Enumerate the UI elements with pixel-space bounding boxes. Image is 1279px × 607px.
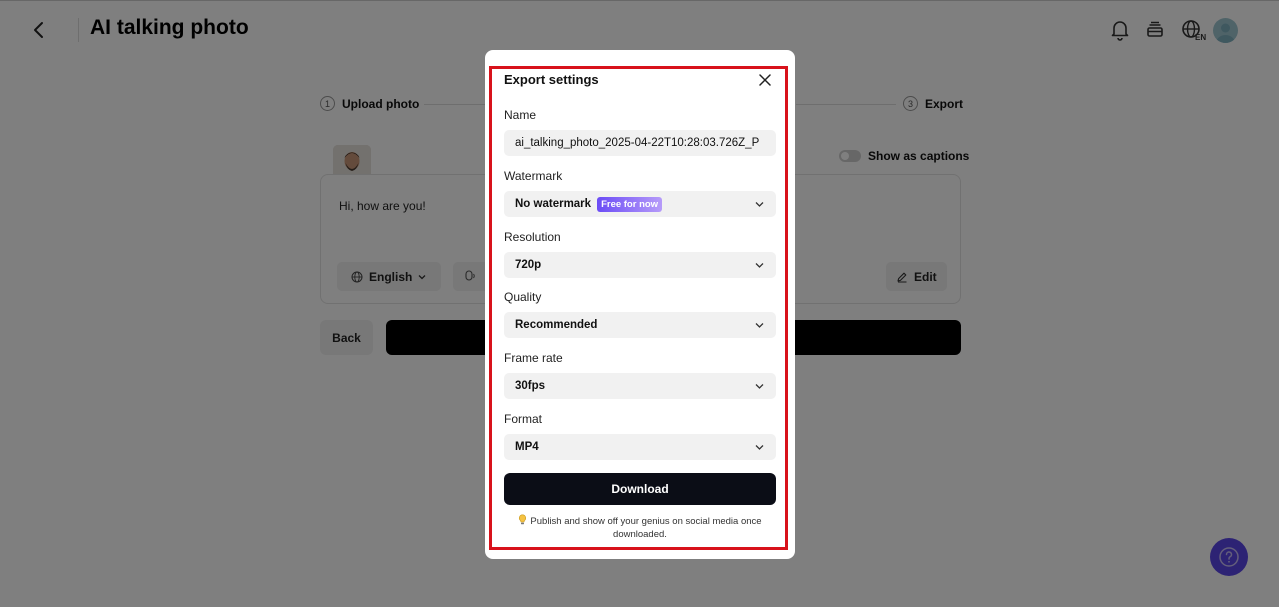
frame-rate-value: 30fps bbox=[515, 380, 546, 392]
frame-rate-label: Frame rate bbox=[504, 351, 563, 365]
watermark-value: No watermark bbox=[515, 198, 592, 210]
watermark-label: Watermark bbox=[504, 169, 563, 183]
export-settings-modal: Export settings Name Watermark No waterm… bbox=[485, 50, 795, 559]
chevron-down-icon bbox=[755, 445, 764, 450]
resolution-label: Resolution bbox=[504, 230, 561, 244]
modal-title: Export settings bbox=[504, 72, 599, 87]
chevron-down-icon bbox=[755, 323, 764, 328]
footnote: Publish and show off your genius on soci… bbox=[515, 514, 765, 541]
watermark-select[interactable]: No watermark Free for now bbox=[504, 191, 776, 217]
chevron-down-icon bbox=[755, 263, 764, 268]
name-label: Name bbox=[504, 108, 537, 122]
format-select[interactable]: MP4 bbox=[504, 434, 776, 460]
close-icon[interactable] bbox=[758, 73, 772, 87]
lightbulb-icon bbox=[519, 514, 527, 525]
quality-value: Recommended bbox=[515, 319, 598, 331]
resolution-value: 720p bbox=[515, 259, 542, 271]
name-input[interactable] bbox=[504, 130, 776, 156]
frame-rate-select[interactable]: 30fps bbox=[504, 373, 776, 399]
chevron-down-icon bbox=[755, 384, 764, 389]
download-button[interactable]: Download bbox=[504, 473, 776, 505]
free-badge: Free for now bbox=[597, 196, 663, 212]
format-value: MP4 bbox=[515, 441, 539, 453]
quality-label: Quality bbox=[504, 290, 542, 304]
chevron-down-icon bbox=[755, 202, 764, 207]
quality-select[interactable]: Recommended bbox=[504, 312, 776, 338]
resolution-select[interactable]: 720p bbox=[504, 252, 776, 278]
format-label: Format bbox=[504, 412, 543, 426]
footnote-text: Publish and show off your genius on soci… bbox=[530, 516, 762, 540]
